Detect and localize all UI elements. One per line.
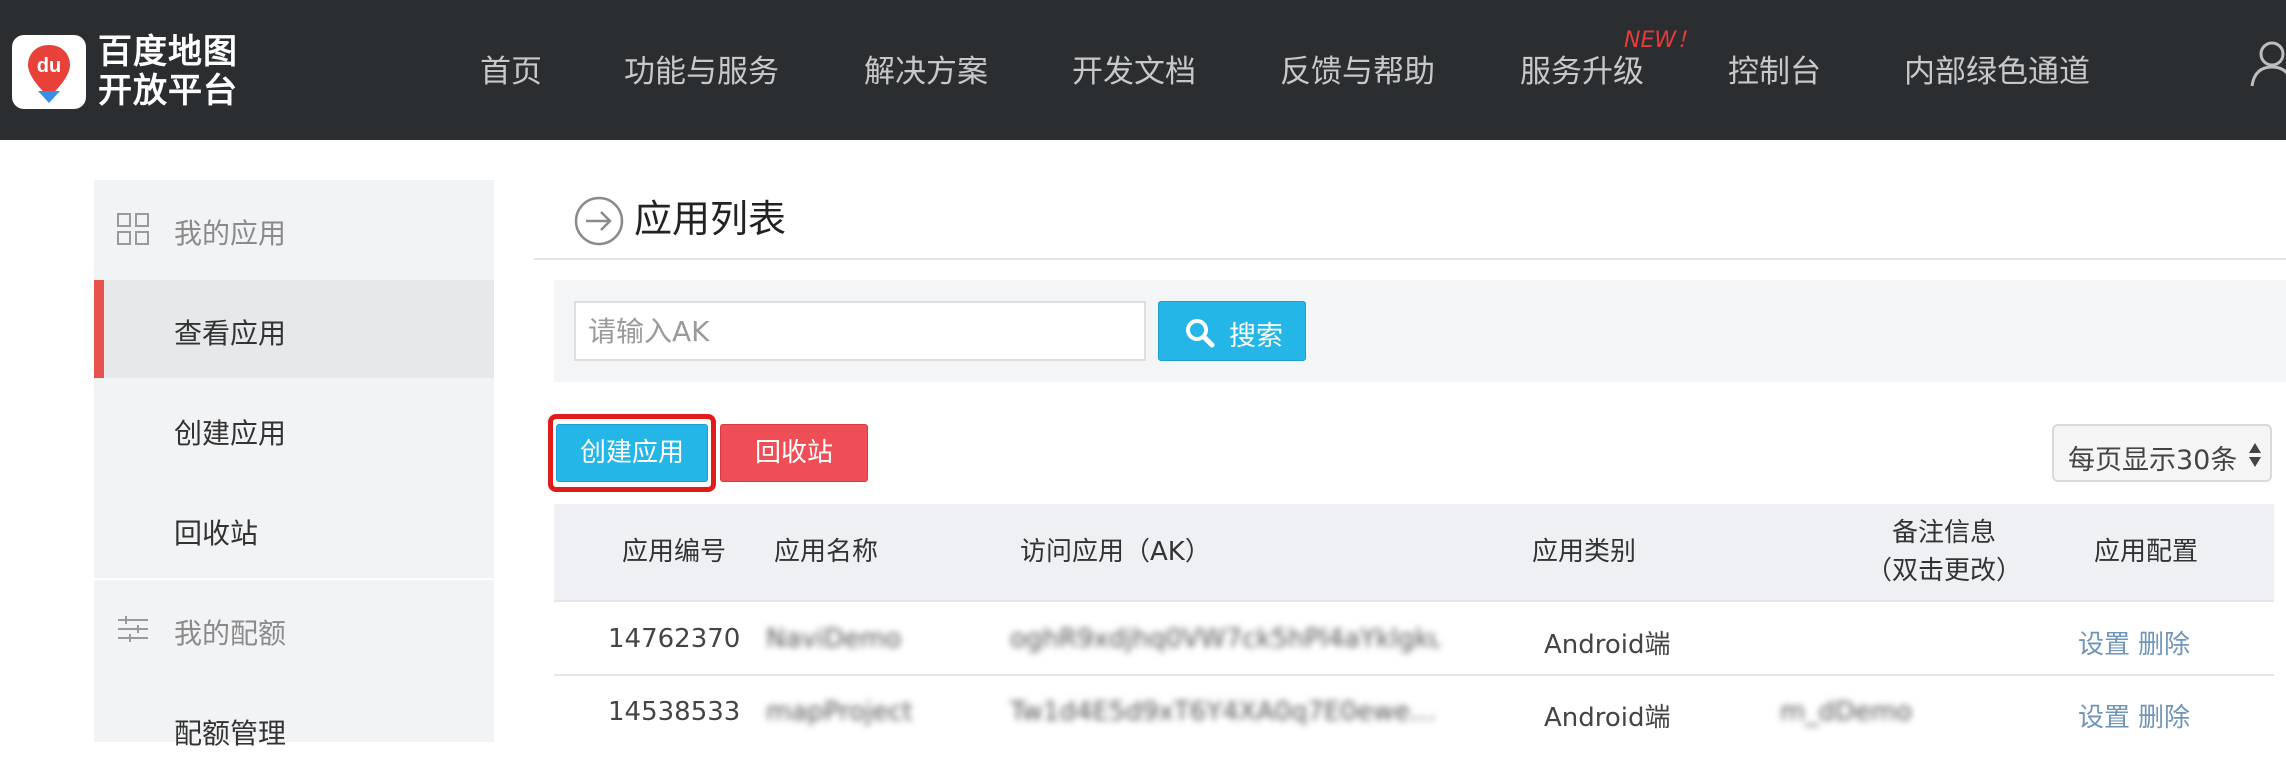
nav-solutions[interactable]: 解决方案 bbox=[864, 46, 988, 91]
logo-mark: du bbox=[37, 55, 61, 77]
cell-app-name: NaviDemo bbox=[766, 624, 902, 654]
nav-feedback-help[interactable]: 反馈与帮助 bbox=[1280, 46, 1435, 91]
logo-line-1: 百度地图 bbox=[98, 32, 238, 72]
cell-app-name: mapProject bbox=[766, 697, 913, 727]
col-header-app-id: 应用编号 bbox=[621, 537, 726, 567]
user-icon[interactable] bbox=[2246, 38, 2286, 94]
sidebar-item-recycle-bin[interactable]: 回收站 bbox=[94, 480, 494, 578]
table-header: 应用编号 应用名称 访问应用（AK） 应用类别 备注信息 （双击更改） 应用配置 bbox=[554, 504, 2274, 600]
sidebar-item-label: 配额管理 bbox=[174, 717, 287, 750]
sidebar-group-label: 我的应用 bbox=[174, 217, 287, 250]
delete-link[interactable]: 删除 bbox=[2138, 624, 2190, 661]
table-divider bbox=[554, 600, 2274, 602]
create-app-button[interactable]: 创建应用 bbox=[556, 424, 708, 482]
sort-arrows-icon bbox=[2249, 443, 2261, 467]
search-button-label: 搜索 bbox=[1229, 321, 1283, 351]
page-title: 应用列表 bbox=[634, 197, 787, 241]
logo-text[interactable]: 百度地图 开放平台 bbox=[98, 33, 238, 111]
sidebar-item-label: 创建应用 bbox=[174, 417, 287, 450]
search-button[interactable]: 搜索 bbox=[1158, 301, 1306, 361]
col-header-app-config: 应用配置 bbox=[2093, 537, 2198, 567]
top-navigation-bar: du 百度地图 开放平台 首页 功能与服务 解决方案 开发文档 反馈与帮助 服务… bbox=[0, 0, 2286, 140]
grid-icon bbox=[116, 212, 150, 250]
cell-app-type: Android端 bbox=[1544, 703, 1671, 733]
new-badge: NEW！ bbox=[1624, 28, 1699, 53]
sidebar-item-view-apps[interactable]: 查看应用 bbox=[94, 280, 494, 378]
ak-search-input[interactable] bbox=[574, 301, 1146, 361]
cell-ak[interactable]: oghR9xdjhq0VW7ck5hPl4aYklgkuh… bbox=[1010, 624, 1440, 654]
sidebar-group-label: 我的配额 bbox=[174, 617, 287, 650]
recycle-bin-button[interactable]: 回收站 bbox=[720, 424, 868, 482]
page-size-value: 每页显示30条 bbox=[2068, 445, 2238, 476]
nav-features-services[interactable]: 功能与服务 bbox=[624, 46, 779, 91]
cell-note[interactable]: m_dDemo bbox=[1780, 697, 1912, 727]
col-header-note-line2: （双击更改） bbox=[1865, 556, 2022, 586]
col-header-app-name: 应用名称 bbox=[774, 537, 879, 567]
sliders-icon bbox=[116, 612, 150, 650]
nav-console[interactable]: 控制台 bbox=[1728, 46, 1821, 91]
cell-ak[interactable]: Tw1d4E5d9xT6Y4XA0q7E0ewe… bbox=[1010, 697, 1440, 727]
search-icon bbox=[1186, 319, 1215, 348]
baidu-map-logo-icon[interactable]: du bbox=[12, 35, 86, 109]
table-divider bbox=[554, 674, 2274, 676]
page-size-select[interactable]: 每页显示30条 bbox=[2052, 424, 2272, 482]
settings-link[interactable]: 设置 bbox=[2078, 697, 2130, 734]
col-header-ak: 访问应用（AK） bbox=[1020, 537, 1211, 567]
settings-link[interactable]: 设置 bbox=[2078, 624, 2130, 661]
sidebar-group-my-quota[interactable]: 我的配额 bbox=[94, 580, 494, 678]
nav-dev-docs[interactable]: 开发文档 bbox=[1072, 46, 1196, 91]
nav-internal-green-channel[interactable]: 内部绿色通道 bbox=[1904, 46, 2090, 91]
col-header-note-line1: 备注信息 bbox=[1891, 518, 1996, 548]
title-divider bbox=[534, 258, 2286, 260]
nav-home[interactable]: 首页 bbox=[480, 46, 542, 91]
arrow-right-circle-icon bbox=[574, 196, 624, 250]
sidebar: 我的应用 查看应用 创建应用 回收站 我的配额 配额管理 bbox=[94, 180, 494, 750]
cell-app-type: Android端 bbox=[1544, 630, 1671, 660]
sidebar-item-label: 回收站 bbox=[174, 517, 259, 550]
col-header-app-type: 应用类别 bbox=[1531, 537, 1636, 567]
sidebar-item-label: 查看应用 bbox=[174, 317, 287, 350]
sidebar-item-create-app[interactable]: 创建应用 bbox=[94, 380, 494, 478]
cell-app-id: 14538533 bbox=[608, 697, 741, 727]
col-header-note: 备注信息 （双击更改） bbox=[1854, 504, 2034, 600]
cell-app-id: 14762370 bbox=[608, 624, 741, 654]
delete-link[interactable]: 删除 bbox=[2138, 697, 2190, 734]
sidebar-group-my-apps[interactable]: 我的应用 bbox=[94, 180, 494, 278]
logo-line-2: 开放平台 bbox=[98, 71, 238, 111]
sidebar-item-quota-management[interactable]: 配额管理 bbox=[94, 680, 494, 778]
search-panel: 搜索 bbox=[554, 280, 2286, 382]
